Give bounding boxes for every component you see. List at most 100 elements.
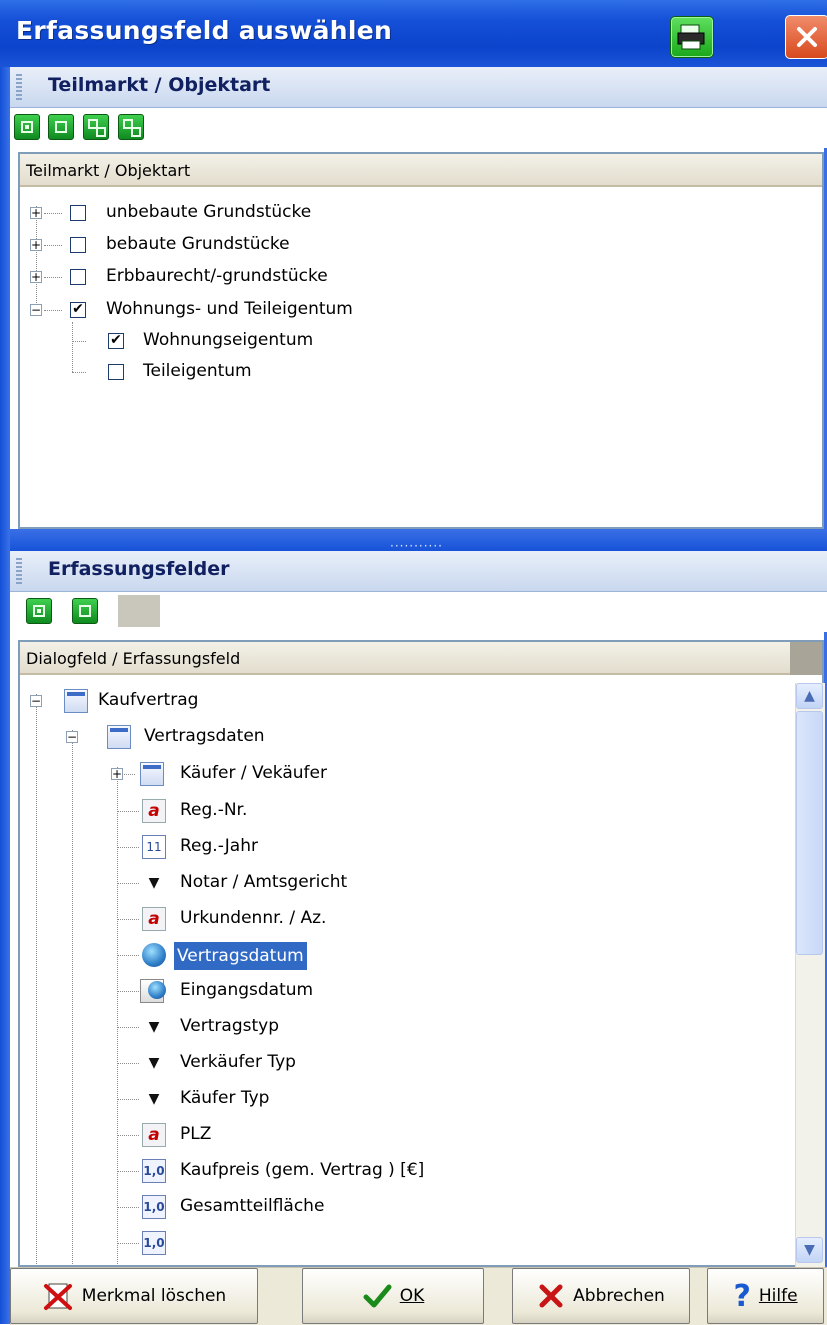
tree-line (117, 1063, 139, 1064)
tree-line (117, 955, 139, 956)
expand-all-button[interactable] (26, 598, 52, 624)
tree-line (44, 310, 62, 311)
collapse-toggle[interactable]: − (30, 695, 42, 707)
print-button[interactable] (670, 16, 714, 58)
vertical-scrollbar[interactable]: ▲ ▼ (795, 683, 825, 1267)
scroll-down-button[interactable]: ▼ (796, 1237, 823, 1263)
tree-line (117, 1207, 139, 1208)
form-icon (64, 689, 88, 713)
collapse-all-button[interactable] (48, 114, 74, 140)
checkbox-erbbaurecht[interactable] (70, 269, 86, 285)
window-title: Erfassungsfeld auswählen (16, 16, 393, 45)
tree-item-label[interactable]: bebaute Grundstücke (106, 234, 290, 254)
collapse-toggle[interactable]: − (30, 304, 42, 316)
tree-item-label[interactable]: Vertragstyp (180, 1016, 279, 1036)
scroll-up-button[interactable]: ▲ (796, 683, 823, 709)
expand-toggle[interactable]: + (30, 271, 42, 283)
tree-line (117, 767, 118, 1265)
collapse-all-button[interactable] (72, 598, 98, 624)
delete-attribute-button[interactable]: Merkmal löschen (10, 1268, 258, 1324)
checkbox-unbebaute[interactable] (70, 205, 86, 221)
column-header[interactable]: Teilmarkt / Objektart (20, 154, 822, 187)
dropdown-icon: ▼ (148, 1091, 160, 1107)
tree-item-label[interactable]: Erbbaurecht/-grundstücke (106, 266, 328, 286)
tree-item-label[interactable]: Wohnungseigentum (143, 330, 313, 350)
section-header-teilmarkt: Teilmarkt / Objektart (10, 67, 827, 108)
tree-line (36, 206, 37, 311)
form-icon (140, 762, 164, 786)
cancel-button[interactable]: Abbrechen (512, 1268, 690, 1324)
tree-item-label[interactable]: Reg.-Jahr (180, 836, 258, 856)
tree-line (117, 811, 139, 812)
expand-toggle[interactable]: + (30, 239, 42, 251)
decimal-field-icon: 1,0 (142, 1159, 166, 1183)
tree-line (117, 883, 139, 884)
tree-item-label[interactable]: Wohnungs- und Teileigentum (106, 299, 353, 319)
scroll-thumb[interactable] (796, 711, 823, 955)
tree-item-label[interactable]: Gesamtteilfläche (180, 1196, 324, 1216)
tree-item-label[interactable]: Eingangsdatum (180, 980, 313, 1000)
tree-item-label[interactable]: Vertragsdaten (144, 726, 265, 746)
tree-item-label[interactable]: Reg.-Nr. (180, 800, 247, 820)
date-icon (142, 943, 166, 967)
decimal-field-icon: 1,0 (142, 1195, 166, 1219)
tree-line (117, 1027, 139, 1028)
help-button[interactable]: ? Hilfe (707, 1268, 824, 1324)
expand-toggle[interactable]: + (111, 768, 123, 780)
tree-line (72, 322, 73, 372)
tree-item-label[interactable]: Verkäufer Typ (180, 1052, 296, 1072)
checkbox-wohnungseigentum[interactable]: ✔ (108, 333, 124, 349)
tree-item-label[interactable]: Kaufpreis (gem. Vertrag ) [€] (180, 1160, 424, 1180)
delete-document-icon (43, 1283, 72, 1310)
text-field-icon: a (142, 799, 166, 823)
text-field-icon: a (142, 907, 166, 931)
tree-item-label[interactable]: unbebaute Grundstücke (106, 202, 311, 222)
tree-item-label[interactable]: Urkundennr. / Az. (180, 908, 326, 928)
close-button[interactable] (785, 15, 827, 59)
checkbox-teileigentum[interactable] (108, 364, 124, 380)
dropdown-icon: ▼ (148, 1055, 160, 1071)
cancel-label: Abbrechen (573, 1286, 665, 1306)
panel-splitter[interactable]: ··········· (10, 529, 827, 553)
tree-line (44, 245, 62, 246)
column-header[interactable]: Dialogfeld / Erfassungsfeld (20, 642, 790, 675)
question-icon: ? (733, 1278, 751, 1314)
tree-item-label[interactable]: Käufer / Vekäufer (180, 763, 327, 783)
column-header-filler (790, 642, 822, 675)
tree-item-label[interactable]: Teileigentum (143, 361, 252, 381)
check-all-button[interactable] (83, 114, 109, 140)
tree-line (117, 991, 139, 992)
checkbox-wohnungs-teileigentum[interactable]: ✔ (70, 302, 86, 318)
tree-item-label[interactable]: PLZ (180, 1124, 211, 1144)
expand-toggle[interactable]: + (30, 207, 42, 219)
tree-line (72, 372, 86, 373)
teilmarkt-tree-panel: Teilmarkt / Objektart + unbebaute Grunds… (18, 152, 824, 529)
checkbox-bebaute[interactable] (70, 237, 86, 253)
help-label: Hilfe (758, 1286, 798, 1306)
collapse-toggle[interactable]: − (66, 731, 78, 743)
tree-line (117, 919, 139, 920)
title-bar: Erfassungsfeld auswählen (0, 0, 827, 67)
tree-item-label[interactable]: Kaufvertrag (98, 690, 198, 710)
delete-attribute-label: Merkmal löschen (81, 1286, 227, 1306)
tree-line (72, 341, 86, 342)
section-title: Erfassungsfelder (48, 558, 230, 580)
grip-icon (16, 558, 22, 584)
tree-line (44, 213, 62, 214)
uncheck-all-button[interactable] (118, 114, 144, 140)
expand-all-button[interactable] (14, 114, 40, 140)
grip-icon (16, 74, 22, 100)
toolbar-erfassungsfelder (10, 592, 827, 632)
printer-icon (677, 24, 705, 50)
ok-label: OK (399, 1286, 425, 1306)
tree-item-label[interactable]: Käufer Typ (180, 1088, 269, 1108)
tree-item-label[interactable]: Notar / Amtsgericht (180, 872, 347, 892)
tree-line (72, 730, 73, 1265)
window-border-left (0, 67, 10, 1324)
tree-item-label-selected[interactable]: Vertragsdatum (174, 942, 307, 970)
text-field-icon: a (142, 1123, 166, 1147)
close-icon (797, 27, 817, 47)
number-field-icon: 11 (142, 835, 166, 859)
cross-icon (539, 1284, 563, 1308)
ok-button[interactable]: OK (302, 1268, 484, 1324)
